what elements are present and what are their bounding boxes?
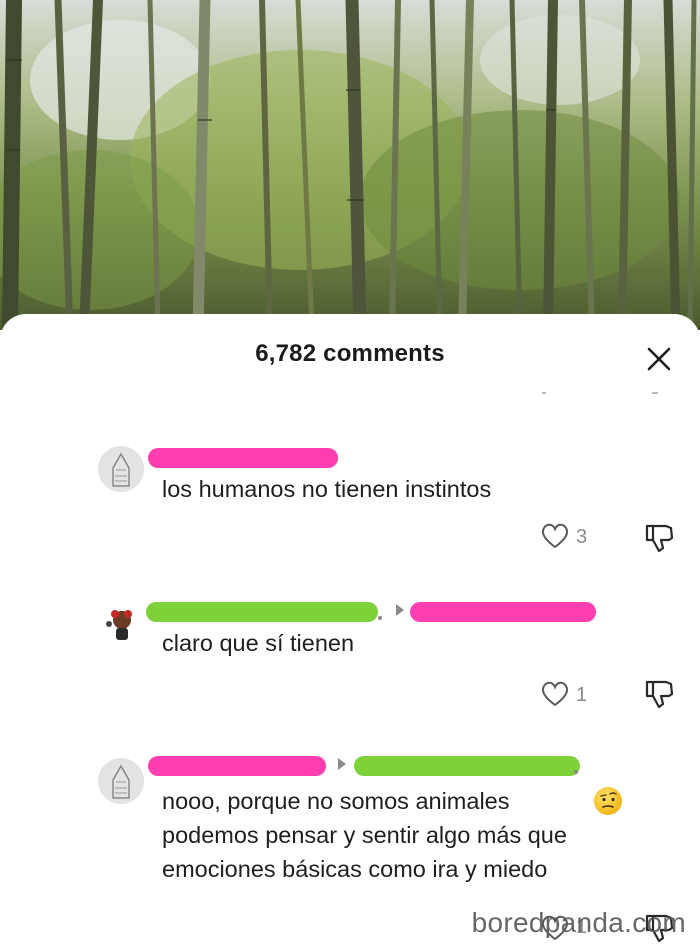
raised-eyebrow-face-emoji	[594, 787, 622, 815]
thumbs-down-icon	[645, 524, 674, 553]
previous-comment-edge	[542, 392, 658, 394]
comment-text-line-2: podemos pensar y sentir algo más que	[162, 822, 567, 848]
separator-dot	[378, 616, 382, 620]
redacted-author-name[interactable]	[148, 756, 326, 776]
close-icon	[647, 347, 671, 371]
close-button[interactable]	[644, 344, 674, 374]
dislike-button[interactable]	[642, 522, 676, 554]
comments-count-title: 6,782 comments	[255, 340, 445, 367]
comment-text: los humanos no tienen instintos	[162, 476, 492, 502]
like-count: 3	[576, 526, 588, 548]
hooded-figure-icon	[98, 446, 144, 492]
redacted-author-name[interactable]	[148, 448, 338, 468]
thumbs-down-icon	[645, 680, 674, 709]
separator-dot	[574, 770, 578, 774]
like-button[interactable]	[540, 680, 570, 708]
hooded-figure-avatar[interactable]	[98, 446, 144, 492]
reply-arrow-icon	[338, 758, 346, 770]
heart-icon	[541, 681, 569, 707]
comment-text-line-3: emociones básicas como ira y miedo	[162, 856, 548, 882]
reply-arrow-icon	[396, 604, 404, 616]
cartoon-character-avatar[interactable]	[98, 602, 144, 648]
emoji-face-icon	[600, 792, 617, 808]
like-count: 1	[576, 684, 588, 706]
video-background	[0, 0, 700, 330]
comments-sheet: 6,782 comments los humanos no tienen ins…	[0, 314, 700, 947]
watermark-text: boredpanda.com	[471, 907, 686, 938]
heart-icon	[541, 523, 569, 549]
redacted-reply-to-name[interactable]	[410, 602, 596, 622]
redacted-reply-to-name[interactable]	[354, 756, 580, 776]
bamboo-forest-image	[0, 0, 700, 330]
dislike-button[interactable]	[642, 678, 676, 710]
comment-item: claro que sí tienen 1	[0, 594, 700, 724]
hooded-figure-icon	[98, 758, 144, 804]
comment-text-line-1: nooo, porque no somos animales	[162, 788, 510, 814]
comment-text: claro que sí tienen	[162, 630, 355, 656]
like-button[interactable]	[540, 522, 570, 550]
cartoon-character-icon	[98, 602, 144, 648]
redacted-author-name[interactable]	[146, 602, 378, 622]
comment-item: los humanos no tienen instintos 3	[0, 434, 700, 564]
hooded-figure-avatar[interactable]	[98, 758, 144, 804]
